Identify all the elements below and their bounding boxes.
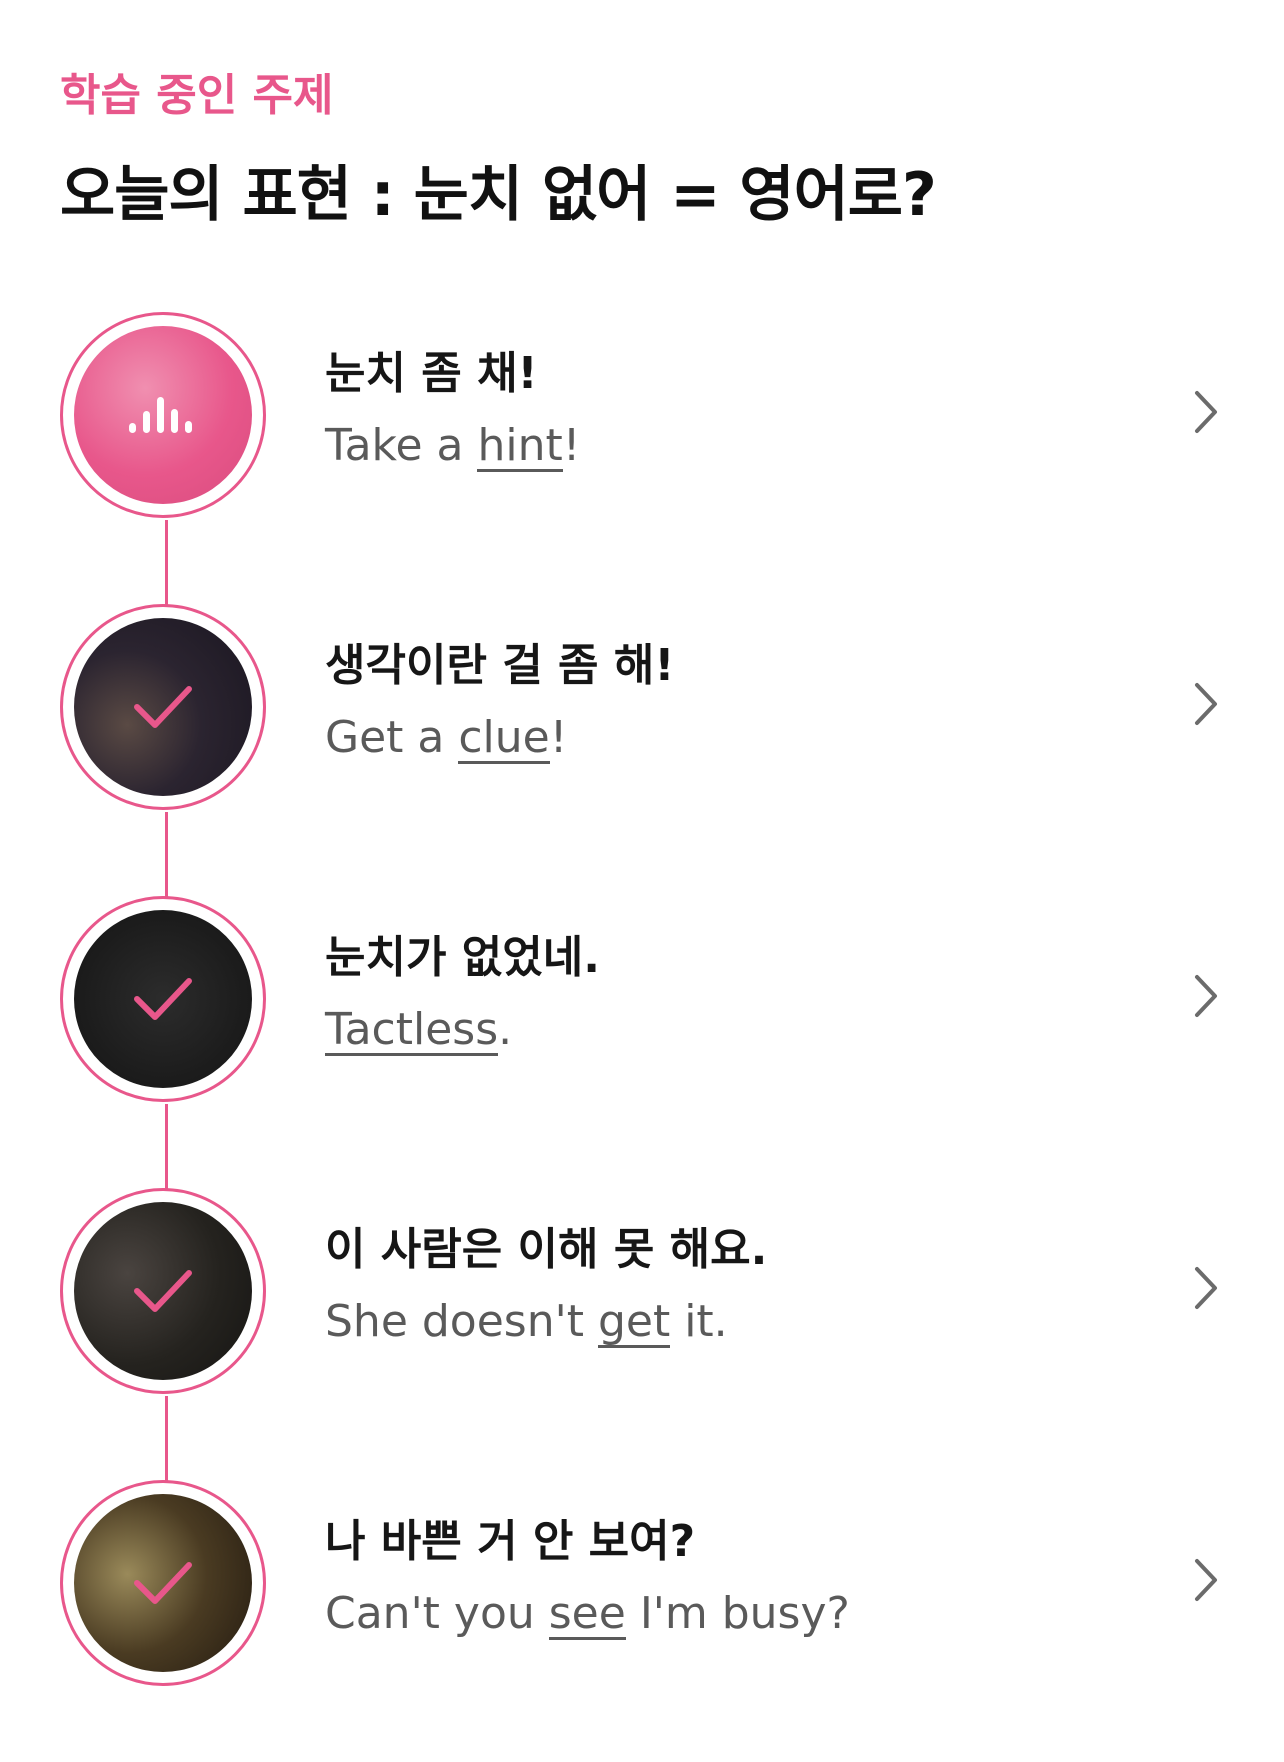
phrase-text: I'm busy?	[625, 1588, 850, 1639]
key-word: see	[548, 1588, 626, 1640]
lesson-korean-phrase: 나 바쁜 거 안 보여?	[325, 1516, 696, 1567]
timeline-connector	[165, 812, 168, 902]
phrase-text: Get a	[325, 712, 459, 763]
lesson-row[interactable]: 생각이란 걸 좀 해! Get a clue!	[0, 604, 1284, 816]
lesson-english-phrase: Can't you see I'm busy?	[325, 1588, 850, 1640]
chevron-right-icon	[1195, 391, 1217, 433]
topic-header: 학습 중인 주제 오늘의 표현 : 눈치 없어 = 영어로?	[60, 70, 937, 230]
lesson-thumbnail	[74, 326, 252, 504]
lesson-korean-phrase: 생각이란 걸 좀 해!	[325, 640, 675, 691]
lesson-row[interactable]: 나 바쁜 거 안 보여? Can't you see I'm busy?	[0, 1480, 1284, 1692]
checkmark-icon	[134, 1270, 192, 1312]
lesson-row[interactable]: 눈치 좀 채! Take a hint!	[0, 312, 1284, 524]
chevron-right-icon	[1195, 975, 1217, 1017]
phrase-text: it.	[670, 1296, 728, 1347]
key-word: clue	[458, 712, 550, 764]
lesson-thumbnail-ring	[60, 1480, 266, 1686]
chevron-right-icon	[1195, 1267, 1217, 1309]
lesson-english-phrase: Take a hint!	[325, 420, 580, 472]
phrase-text: She doesn't	[325, 1296, 598, 1347]
phrase-text: !	[562, 420, 581, 471]
lesson-thumbnail-ring	[60, 604, 266, 810]
lesson-english-phrase: She doesn't get it.	[325, 1296, 767, 1348]
key-word: hint	[477, 420, 563, 472]
phrase-text: .	[498, 1004, 513, 1055]
lesson-korean-phrase: 눈치가 없었네.	[325, 932, 600, 983]
timeline-connector	[165, 520, 168, 610]
lesson-row[interactable]: 이 사람은 이해 못 해요. She doesn't get it.	[0, 1188, 1284, 1400]
page-title: 오늘의 표현 : 눈치 없어 = 영어로?	[60, 160, 937, 230]
lesson-thumbnail-ring	[60, 1188, 266, 1394]
audio-wave-icon	[129, 397, 192, 433]
timeline-connector	[165, 1396, 168, 1486]
lesson-thumbnail	[74, 910, 252, 1088]
lesson-thumbnail-ring	[60, 896, 266, 1102]
lesson-row[interactable]: 눈치가 없었네. Tactless.	[0, 896, 1284, 1108]
phrase-text: Take a	[325, 420, 478, 471]
lesson-thumbnail	[74, 1202, 252, 1380]
key-word: get	[597, 1296, 671, 1348]
lesson-thumbnail	[74, 618, 252, 796]
lesson-korean-phrase: 눈치 좀 채!	[325, 348, 538, 399]
lesson-english-phrase: Tactless.	[325, 1004, 600, 1056]
topic-eyebrow: 학습 중인 주제	[60, 70, 334, 121]
key-word: Tactless	[325, 1004, 499, 1056]
phrase-text: !	[549, 712, 568, 763]
checkmark-icon	[134, 978, 192, 1020]
lesson-korean-phrase: 이 사람은 이해 못 해요.	[325, 1224, 768, 1275]
checkmark-icon	[134, 1562, 192, 1604]
lesson-thumbnail-ring	[60, 312, 266, 518]
lesson-thumbnail	[74, 1494, 252, 1672]
phrase-text: Can't you	[325, 1588, 549, 1639]
lesson-english-phrase: Get a clue!	[325, 712, 674, 764]
chevron-right-icon	[1195, 1559, 1217, 1601]
timeline-connector	[165, 1104, 168, 1194]
checkmark-icon	[134, 686, 192, 728]
chevron-right-icon	[1195, 683, 1217, 725]
